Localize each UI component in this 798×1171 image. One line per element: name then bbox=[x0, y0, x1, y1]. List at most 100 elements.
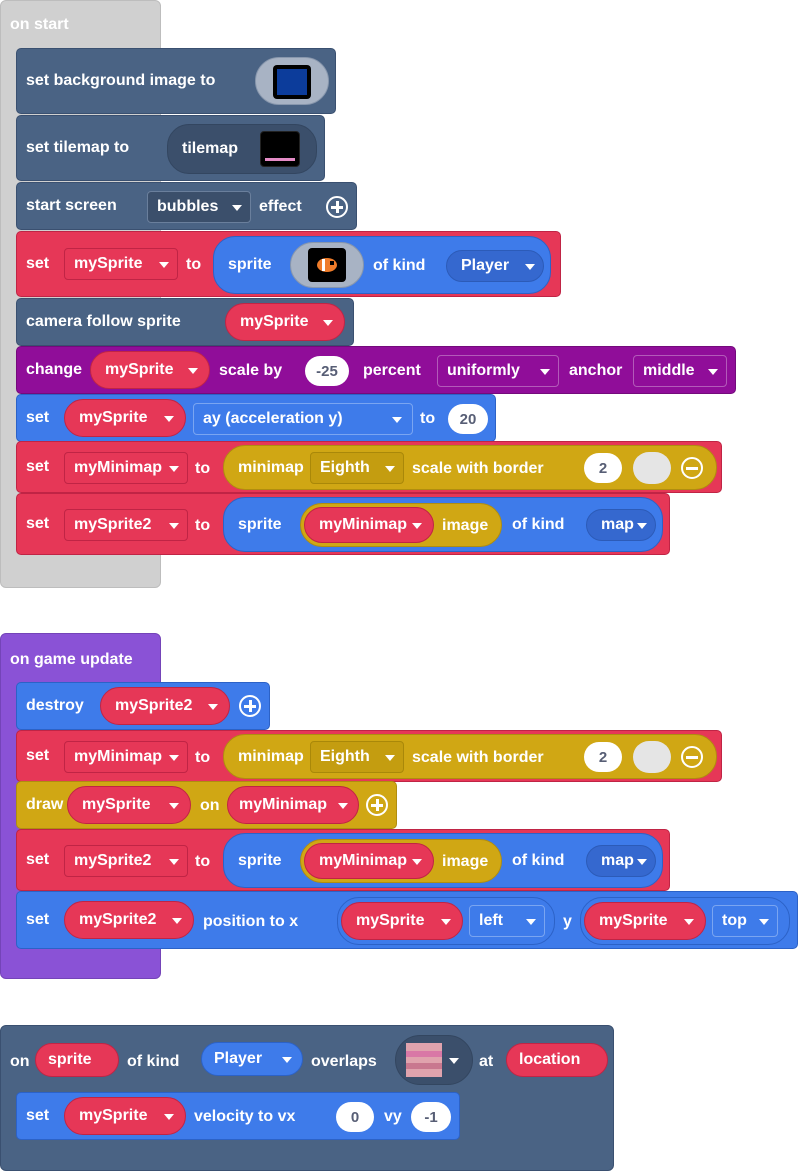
variable-name: myMinimap bbox=[319, 516, 408, 533]
minimap-scale-dropdown[interactable]: Eighth bbox=[310, 741, 404, 773]
chevron-down-icon bbox=[449, 1058, 459, 1064]
set-mysprite-block[interactable]: set mySprite to sprite of kind Player bbox=[16, 231, 561, 297]
remove-icon[interactable] bbox=[681, 746, 703, 768]
sprite-image-picker[interactable] bbox=[290, 242, 364, 288]
minimap-scale-dropdown[interactable]: Eighth bbox=[310, 452, 404, 484]
border-color-swatch[interactable] bbox=[633, 741, 671, 773]
change-scale-block[interactable]: change mySprite scale by -25 percent uni… bbox=[16, 346, 736, 394]
set-velocity-block[interactable]: set mySprite velocity to vx 0 vy -1 bbox=[16, 1092, 460, 1140]
tilemap-reporter[interactable]: tilemap bbox=[167, 124, 317, 174]
minimap-variable-dropdown[interactable]: myMinimap bbox=[64, 741, 188, 773]
chevron-down-icon bbox=[392, 417, 402, 423]
set-tilemap-block[interactable]: set tilemap to tilemap bbox=[16, 115, 325, 181]
minimap-reporter[interactable]: minimap Eighth scale with border 2 bbox=[223, 734, 717, 779]
minimap-reporter[interactable]: minimap Eighth scale with border 2 bbox=[223, 445, 717, 490]
set-acceleration-block[interactable]: set mySprite ay (acceleration y) to 20 bbox=[16, 394, 496, 442]
y-side-dropdown[interactable]: top bbox=[712, 905, 778, 937]
chevron-down-icon bbox=[637, 859, 647, 865]
set-minimap-block[interactable]: set myMinimap to minimap Eighth scale wi… bbox=[16, 441, 722, 493]
mysprite-variable-reporter[interactable]: mySprite bbox=[90, 351, 210, 389]
to-label: to bbox=[195, 460, 211, 477]
to-label: to bbox=[186, 256, 202, 273]
vy-value-input[interactable]: -1 bbox=[411, 1102, 451, 1132]
kind-dropdown[interactable]: map bbox=[586, 509, 656, 541]
sprite-variable-reporter[interactable]: sprite bbox=[35, 1043, 119, 1077]
set-position-block[interactable]: set mySprite2 position to x mySprite lef… bbox=[16, 891, 798, 949]
set-label: set bbox=[26, 255, 50, 272]
kind-dropdown[interactable]: map bbox=[586, 845, 656, 877]
minimap-image-reporter[interactable]: myMinimap image bbox=[300, 503, 502, 547]
kind-value: Player bbox=[461, 257, 510, 274]
border-color-swatch[interactable] bbox=[633, 452, 671, 484]
variable-name: mySprite2 bbox=[74, 852, 152, 869]
camera-follow-block[interactable]: camera follow sprite mySprite bbox=[16, 298, 354, 346]
minimap-variable-reporter[interactable]: myMinimap bbox=[227, 786, 359, 824]
chevron-down-icon bbox=[232, 205, 242, 211]
anchor-label: anchor bbox=[569, 362, 623, 379]
sprite-of-kind-reporter[interactable]: sprite of kind Player bbox=[213, 236, 551, 294]
mysprite-variable-reporter[interactable]: mySprite bbox=[64, 1097, 186, 1135]
property-dropdown[interactable]: ay (acceleration y) bbox=[193, 403, 413, 435]
location-variable-reporter[interactable]: location bbox=[506, 1043, 608, 1077]
kind-dropdown[interactable]: Player bbox=[201, 1042, 303, 1076]
minimap-variable-dropdown[interactable]: myMinimap bbox=[64, 452, 188, 484]
anchor-dropdown[interactable]: middle bbox=[633, 355, 727, 387]
set-background-block[interactable]: set background image to bbox=[16, 48, 336, 114]
mysprite-variable-reporter[interactable]: mySprite bbox=[584, 902, 706, 940]
background-image-picker[interactable] bbox=[255, 57, 329, 105]
chevron-down-icon bbox=[159, 262, 169, 268]
x-side-dropdown[interactable]: left bbox=[469, 905, 545, 937]
set-label: set bbox=[26, 515, 50, 532]
mysprite2-variable-dropdown[interactable]: mySprite2 bbox=[64, 845, 188, 877]
scale-by-label: scale by bbox=[219, 362, 283, 379]
border-value-input[interactable]: 2 bbox=[584, 742, 622, 772]
mysprite-variable-dropdown[interactable]: mySprite bbox=[64, 248, 178, 280]
chevron-down-icon bbox=[164, 1114, 174, 1120]
effect-value: bubbles bbox=[157, 198, 219, 215]
mysprite-variable-reporter[interactable]: mySprite bbox=[67, 786, 191, 824]
anchor-value: middle bbox=[643, 362, 695, 379]
mysprite-variable-reporter[interactable]: mySprite bbox=[64, 399, 186, 437]
start-screen-effect-block[interactable]: start screen bubbles effect bbox=[16, 182, 357, 230]
effect-dropdown[interactable]: bubbles bbox=[147, 191, 251, 223]
minimap-variable-reporter[interactable]: myMinimap bbox=[304, 507, 434, 543]
chevron-down-icon bbox=[441, 919, 451, 925]
acceleration-value-input[interactable]: 20 bbox=[448, 404, 488, 434]
set-minimap-block[interactable]: set myMinimap to minimap Eighth scale wi… bbox=[16, 730, 722, 782]
mysprite-variable-reporter[interactable]: mySprite bbox=[225, 303, 345, 341]
set-label: set bbox=[26, 409, 50, 426]
mysprite2-variable-reporter[interactable]: mySprite2 bbox=[64, 901, 194, 939]
mysprite-variable-reporter[interactable]: mySprite bbox=[341, 902, 463, 940]
sprite-of-kind-reporter[interactable]: sprite myMinimap image of kind map bbox=[223, 833, 663, 888]
mysprite2-variable-reporter[interactable]: mySprite2 bbox=[100, 687, 230, 725]
vx-value-input[interactable]: 0 bbox=[336, 1102, 374, 1132]
add-icon[interactable] bbox=[239, 695, 261, 717]
add-icon[interactable] bbox=[326, 196, 348, 218]
tilemap-thumbnail-icon bbox=[260, 131, 300, 167]
y-side-reporter[interactable]: mySprite top bbox=[580, 897, 790, 945]
remove-icon[interactable] bbox=[681, 457, 703, 479]
scale-mode-dropdown[interactable]: uniformly bbox=[437, 355, 559, 387]
chevron-down-icon bbox=[637, 523, 647, 529]
destroy-block[interactable]: destroy mySprite2 bbox=[16, 682, 270, 730]
minimap-variable-reporter[interactable]: myMinimap bbox=[304, 843, 434, 879]
variable-name: mySprite bbox=[79, 409, 148, 426]
sprite-of-kind-reporter[interactable]: sprite myMinimap image of kind map bbox=[223, 497, 663, 552]
set-mysprite2-block[interactable]: set mySprite2 to sprite myMinimap image … bbox=[16, 493, 670, 555]
set-mysprite2-block[interactable]: set mySprite2 to sprite myMinimap image … bbox=[16, 829, 670, 891]
tile-picker[interactable] bbox=[395, 1035, 473, 1085]
to-label: to bbox=[195, 517, 211, 534]
variable-name: mySprite bbox=[599, 912, 668, 929]
kind-dropdown[interactable]: Player bbox=[446, 250, 544, 282]
kind-value: map bbox=[601, 852, 634, 869]
mysprite2-variable-dropdown[interactable]: mySprite2 bbox=[64, 509, 188, 541]
to-label: to bbox=[420, 410, 436, 427]
set-label: set bbox=[26, 851, 50, 868]
add-icon[interactable] bbox=[366, 794, 388, 816]
minimap-image-reporter[interactable]: myMinimap image bbox=[300, 839, 502, 883]
border-value-input[interactable]: 2 bbox=[584, 453, 622, 483]
draw-on-minimap-block[interactable]: draw mySprite on myMinimap bbox=[16, 781, 397, 829]
on-label: on bbox=[10, 1053, 30, 1070]
x-side-reporter[interactable]: mySprite left bbox=[337, 897, 555, 945]
scale-value-input[interactable]: -25 bbox=[305, 356, 349, 386]
